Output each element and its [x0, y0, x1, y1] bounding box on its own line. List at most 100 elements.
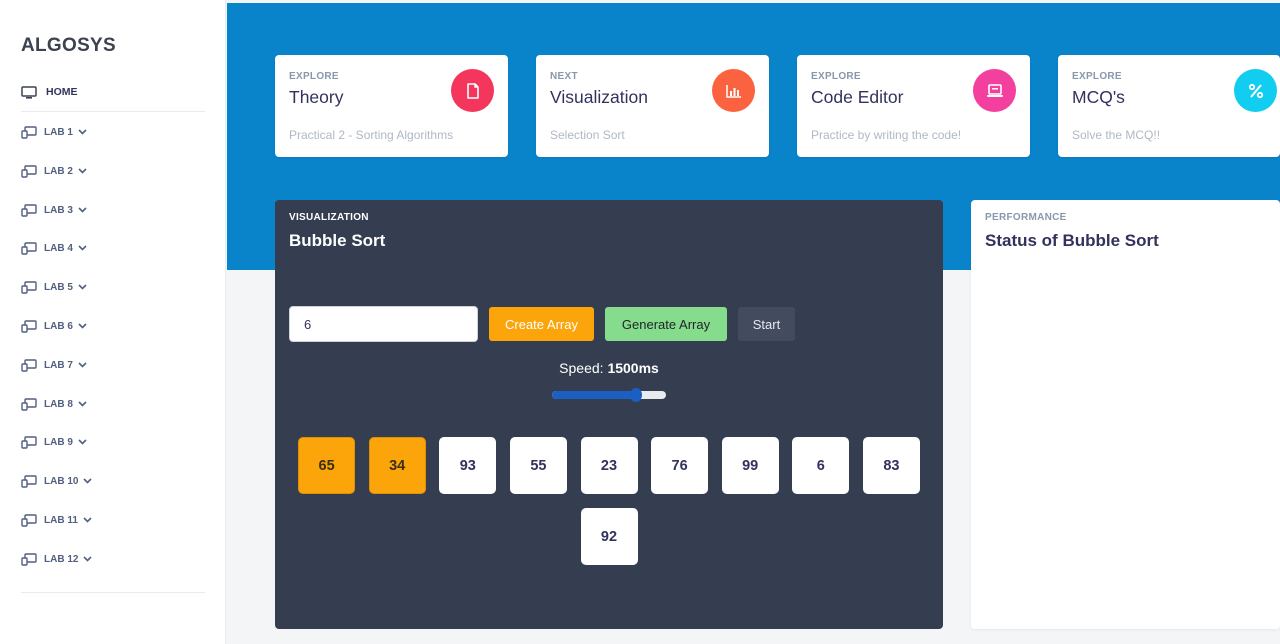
chevron-down-icon [78, 129, 87, 135]
array-size-input[interactable] [289, 306, 478, 342]
array-value-box: 99 [721, 437, 779, 494]
array-value-box: 65 [298, 437, 356, 494]
sidebar-item-lab-1[interactable]: LAB 1 [21, 123, 87, 141]
card-kicker: EXPLORE [289, 71, 339, 82]
lab-icon [21, 280, 38, 294]
sidebar-item-label: LAB 11 [44, 514, 78, 526]
sidebar-item-lab-3[interactable]: LAB 3 [21, 201, 87, 219]
lab-icon [21, 435, 38, 449]
sidebar-item-lab-6[interactable]: LAB 6 [21, 317, 87, 335]
visualization-panel: VISUALIZATION Bubble Sort Create Array G… [275, 200, 943, 629]
array-value-box: 55 [509, 437, 567, 494]
card-mcq[interactable]: EXPLORE MCQ's Solve the MCQ!! [1058, 55, 1280, 157]
sidebar-item-lab-10[interactable]: LAB 10 [21, 472, 93, 490]
speed-value: 1500ms [607, 360, 659, 376]
lab-icon [21, 474, 38, 488]
sidebar-item-label: HOME [46, 86, 78, 98]
sidebar-item-lab-9[interactable]: LAB 9 [21, 433, 87, 451]
speed-label: Speed: 1500ms [275, 360, 943, 376]
array-value-box: 83 [862, 437, 920, 494]
lab-icon [21, 164, 38, 178]
card-code-editor[interactable]: EXPLORE Code Editor Practice by writing … [797, 55, 1030, 157]
array-value-box: 23 [580, 437, 638, 494]
array-value-box: 76 [651, 437, 709, 494]
sidebar-divider [21, 592, 205, 593]
sidebar-divider [21, 111, 205, 112]
sidebar-item-lab-8[interactable]: LAB 8 [21, 395, 87, 413]
sidebar-item-label: LAB 10 [44, 475, 79, 487]
sidebar-item-label: LAB 7 [44, 359, 73, 371]
sidebar-item-label: LAB 12 [44, 553, 79, 565]
laptop-icon [973, 69, 1016, 112]
array-value-box: 92 [580, 508, 638, 565]
panel-title: Status of Bubble Sort [985, 231, 1159, 250]
sidebar-item-label: LAB 9 [44, 436, 73, 448]
sidebar-item-label: LAB 6 [44, 320, 73, 332]
create-array-button[interactable]: Create Array [489, 307, 594, 341]
chevron-down-icon [83, 478, 93, 484]
array-value-box: 6 [792, 437, 850, 494]
sidebar-item-lab-12[interactable]: LAB 12 [21, 550, 93, 568]
chevron-down-icon [78, 439, 87, 445]
card-subtitle: Practice by writing the code! [811, 128, 962, 142]
array-value-box: 34 [368, 437, 426, 494]
lab-icon [21, 319, 38, 333]
slider-thumb[interactable] [630, 388, 643, 402]
sidebar: ALGOSYS HOME LAB 1 LAB 2 LAB 3 LAB 4 LAB… [0, 0, 226, 644]
chevron-down-icon [83, 556, 93, 562]
sidebar-item-label: LAB 4 [44, 242, 73, 254]
card-visualization[interactable]: NEXT Visualization Selection Sort [536, 55, 769, 157]
panel-title: Bubble Sort [289, 231, 386, 250]
card-subtitle: Solve the MCQ!! [1072, 128, 1161, 142]
chart-bar-icon [712, 69, 755, 112]
start-button[interactable]: Start [738, 307, 795, 341]
chevron-down-icon [83, 517, 92, 523]
performance-panel: PERFORMANCE Status of Bubble Sort [971, 200, 1280, 629]
lab-icon [21, 358, 38, 372]
document-icon [451, 69, 494, 112]
lab-icon [21, 552, 38, 566]
card-title: Visualization [550, 87, 648, 107]
card-subtitle: Selection Sort [550, 128, 625, 142]
card-theory[interactable]: EXPLORE Theory Practical 2 - Sorting Alg… [275, 55, 508, 157]
sidebar-item-home[interactable]: HOME [21, 82, 78, 102]
sidebar-item-lab-4[interactable]: LAB 4 [21, 239, 87, 257]
chevron-down-icon [78, 323, 87, 329]
card-kicker: EXPLORE [1072, 71, 1122, 82]
lab-icon [21, 397, 38, 411]
card-kicker: NEXT [550, 71, 578, 82]
sidebar-item-label: LAB 8 [44, 398, 73, 410]
panel-kicker: VISUALIZATION [289, 212, 369, 223]
sidebar-item-label: LAB 1 [44, 126, 73, 138]
sidebar-item-lab-11[interactable]: LAB 11 [21, 511, 92, 529]
chevron-down-icon [78, 245, 87, 251]
sidebar-item-label: LAB 2 [44, 165, 73, 177]
card-subtitle: Practical 2 - Sorting Algorithms [289, 128, 454, 142]
chevron-down-icon [78, 168, 87, 174]
card-title: MCQ's [1072, 87, 1125, 107]
card-title: Code Editor [811, 87, 904, 107]
lab-icon [21, 203, 38, 217]
brand-logo: ALGOSYS [21, 35, 117, 56]
sidebar-item-lab-7[interactable]: LAB 7 [21, 356, 87, 374]
panel-kicker: PERFORMANCE [985, 212, 1067, 223]
chevron-down-icon [78, 401, 87, 407]
speed-prefix: Speed: [559, 360, 608, 376]
monitor-icon [21, 85, 37, 99]
chevron-down-icon [78, 284, 87, 290]
lab-icon [21, 125, 38, 139]
lab-icon [21, 241, 38, 255]
card-title: Theory [289, 87, 344, 107]
speed-slider[interactable] [552, 388, 666, 402]
sidebar-item-label: LAB 3 [44, 204, 73, 216]
sidebar-item-lab-5[interactable]: LAB 5 [21, 278, 87, 296]
generate-array-button[interactable]: Generate Array [605, 307, 727, 341]
array-value-box: 93 [439, 437, 497, 494]
sidebar-item-lab-2[interactable]: LAB 2 [21, 162, 87, 180]
percent-icon [1234, 69, 1277, 112]
chevron-down-icon [78, 207, 87, 213]
sidebar-item-label: LAB 5 [44, 281, 73, 293]
lab-icon [21, 513, 38, 527]
slider-fill [552, 391, 637, 399]
chevron-down-icon [78, 362, 87, 368]
